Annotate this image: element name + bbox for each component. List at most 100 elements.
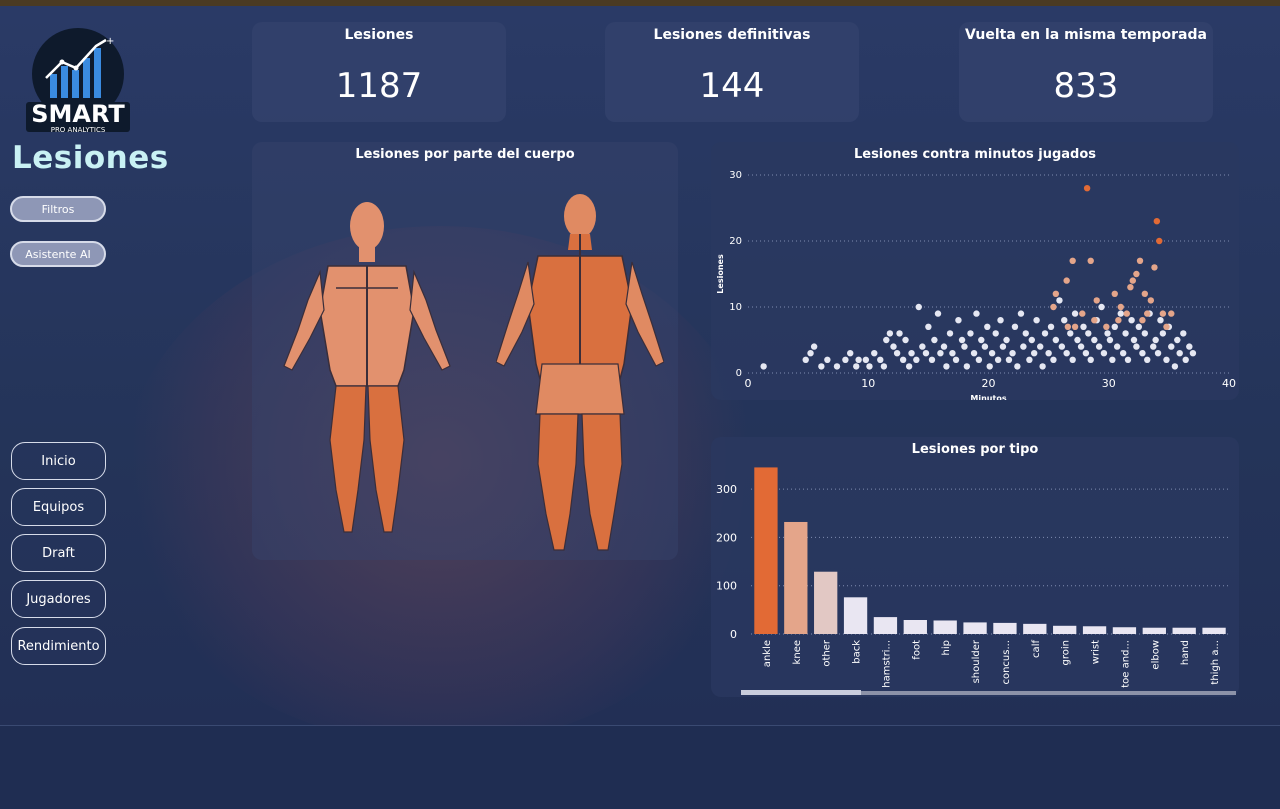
scatter-point xyxy=(853,363,860,370)
scatter-point xyxy=(902,336,909,344)
scatter-point xyxy=(1124,356,1132,363)
svg-text:+: + xyxy=(106,36,114,47)
scatter-point xyxy=(886,330,894,337)
x-tick-label: elbow xyxy=(1150,640,1161,670)
scatter-point xyxy=(1045,350,1052,357)
scatter-point xyxy=(1033,317,1040,324)
scatter-point xyxy=(847,350,854,357)
scatter-point-highlight xyxy=(1069,257,1076,264)
kpi-card-vuelta: Vuelta en la misma temporada 833 xyxy=(959,22,1213,122)
bar xyxy=(814,571,838,634)
x-tick-label: other xyxy=(822,639,833,667)
scatter-point xyxy=(1104,330,1111,337)
scatter-point xyxy=(760,363,767,370)
scatter-point xyxy=(937,350,944,357)
scatter-point xyxy=(1087,356,1094,363)
scatter-point xyxy=(1047,323,1055,330)
bar xyxy=(843,597,868,634)
body-back-figure[interactable] xyxy=(496,194,664,558)
scatter-point xyxy=(866,363,873,370)
kpi-card-lesiones: Lesiones 1187 xyxy=(252,22,506,122)
scatter-point xyxy=(1141,330,1149,337)
x-tick-label: hamstri... xyxy=(881,640,892,688)
ai-assistant-button[interactable]: Asistente AI xyxy=(10,241,106,267)
scatter-point xyxy=(1174,336,1181,344)
scatter-point xyxy=(890,343,897,350)
logo-text: SMART xyxy=(31,100,125,128)
x-tick-label: knee xyxy=(792,640,803,664)
scatter-point xyxy=(880,363,888,370)
scatter-point xyxy=(1030,350,1038,357)
scatter-point xyxy=(958,336,966,344)
kpi-card-definitivas: Lesiones definitivas 144 xyxy=(605,22,859,122)
scatter-point xyxy=(1052,336,1060,344)
bar xyxy=(963,622,987,634)
bar-chart[interactable]: 0 100 200 300 ankle knee other back hamstri... fo… xyxy=(711,437,1239,697)
x-tick-label: back xyxy=(852,640,863,664)
scatter-point xyxy=(1058,343,1066,350)
scatter-point xyxy=(975,356,983,363)
scatter-point xyxy=(1154,350,1162,357)
scatter-point xyxy=(899,356,907,363)
horizontal-scrollbar-thumb xyxy=(741,690,861,695)
scatter-point xyxy=(952,356,960,363)
scatter-point xyxy=(893,350,901,357)
scatter-point xyxy=(1189,350,1197,357)
scatter-point xyxy=(908,350,915,357)
nav-draft[interactable]: Draft xyxy=(11,534,106,572)
scatter-point xyxy=(802,356,809,363)
scatter-point xyxy=(1111,323,1118,330)
scatter-point xyxy=(973,310,980,317)
y-tick-label: 100 xyxy=(716,580,737,593)
scatter-point xyxy=(1182,356,1189,363)
scatter-point xyxy=(1011,323,1019,330)
bar xyxy=(1142,627,1166,634)
scatter-point xyxy=(1163,356,1170,363)
scatter-point xyxy=(946,330,954,337)
scatter-point xyxy=(963,363,971,370)
scatter-point xyxy=(1017,310,1025,317)
logo-subtext: PRO ANALYTICS xyxy=(51,126,106,134)
scatter-point xyxy=(1168,343,1175,350)
scatter-point xyxy=(1003,336,1010,344)
scatter-point xyxy=(871,350,878,357)
bar-panel: Lesiones por tipo 0 100 200 300 ankle knee oth… xyxy=(711,437,1239,697)
scatter-point xyxy=(931,336,938,344)
scatter-point xyxy=(994,356,1002,363)
scatter-point-highlight xyxy=(1147,297,1155,304)
y-tick-label: 10 xyxy=(729,302,742,313)
y-tick-label: 0 xyxy=(730,628,737,641)
filters-button[interactable]: Filtros xyxy=(10,196,106,222)
scatter-point-highlight xyxy=(1064,323,1072,330)
bar xyxy=(903,619,927,634)
scatter-point xyxy=(1067,330,1074,337)
x-axis-label: Minutos xyxy=(970,394,1006,400)
scatter-point xyxy=(922,350,930,357)
scatter-point xyxy=(842,356,849,363)
nav-equipos[interactable]: Equipos xyxy=(11,488,106,526)
scatter-point xyxy=(999,343,1007,350)
scatter-point xyxy=(1130,336,1138,344)
x-tick-label: 30 xyxy=(1102,377,1116,390)
nav-rendimiento[interactable]: Rendimiento xyxy=(11,627,106,665)
scatter-point xyxy=(1159,330,1167,337)
scatter-point xyxy=(855,356,862,363)
body-front-figure[interactable] xyxy=(280,200,454,540)
scatter-point-highlight xyxy=(1117,303,1124,311)
scatter-point-highlight xyxy=(1115,317,1122,324)
scatter-chart[interactable]: 0 10 20 30 0 10 20 30 40 Minutos Lesiones xyxy=(711,142,1239,400)
scatter-point-highlight xyxy=(1087,257,1094,264)
scatter-point xyxy=(1113,343,1121,350)
scatter-point xyxy=(1176,350,1183,357)
scatter-point-highlight xyxy=(1050,303,1057,311)
body-map-panel: Lesiones por parte del cuerpo xyxy=(252,142,678,560)
scatter-point xyxy=(1071,310,1079,317)
nav-jugadores[interactable]: Jugadores xyxy=(11,580,106,618)
bar xyxy=(993,622,1017,634)
nav-inicio[interactable]: Inicio xyxy=(11,442,106,480)
bar xyxy=(933,620,957,634)
scatter-point xyxy=(961,343,968,350)
scatter-point xyxy=(1050,356,1057,363)
scatter-point xyxy=(981,343,989,350)
scatter-point xyxy=(896,330,903,337)
